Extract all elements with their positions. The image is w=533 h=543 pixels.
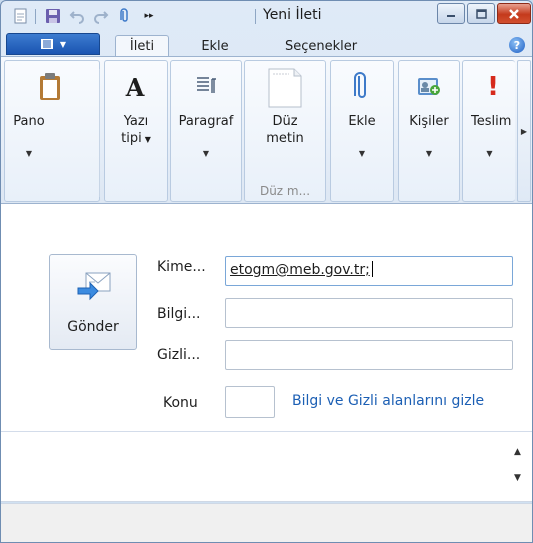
maximize-button[interactable]	[467, 3, 495, 24]
paragraph-button[interactable]: Paragraf ▼	[171, 61, 241, 183]
subject-label: Konu	[163, 395, 198, 411]
chevron-down-icon: ▼	[425, 149, 433, 158]
paragraph-icon	[190, 69, 222, 105]
cc-field[interactable]	[225, 298, 513, 328]
bcc-label-button[interactable]: Gizli...	[157, 347, 200, 363]
send-mail-icon	[76, 270, 112, 302]
chevron-down-icon: ▼	[25, 149, 33, 158]
contacts-icon	[413, 69, 445, 105]
send-label: Gönder	[67, 319, 119, 335]
group-attach: Ekle ▼	[330, 60, 394, 202]
undo-icon[interactable]	[69, 8, 85, 24]
to-label-button[interactable]: Kime...	[157, 259, 206, 275]
tab-ekle[interactable]: Ekle	[193, 35, 237, 57]
paperclip-icon	[346, 69, 378, 105]
paragraph-label: Paragraf	[178, 114, 234, 129]
contacts-button[interactable]: Kişiler ▼	[399, 61, 459, 183]
tab-ileti[interactable]: İleti	[115, 35, 169, 57]
delivery-label: Teslim	[471, 114, 512, 129]
plain-text-button[interactable]: Düz metin	[245, 61, 325, 183]
to-field[interactable]: etogm@meb.gov.tr;	[225, 256, 513, 286]
save-icon[interactable]	[45, 8, 61, 24]
status-bar	[1, 503, 532, 542]
window-title: Yeni İleti	[263, 7, 322, 23]
plain-text-icon	[265, 67, 305, 109]
chevron-down-icon: ▼	[486, 149, 493, 158]
clipboard-label: Pano	[13, 114, 45, 129]
send-button[interactable]: Gönder	[49, 254, 137, 350]
plain-text-label: Düz metin	[266, 114, 304, 146]
group-plain-text: Düz metin Düz m...	[244, 60, 326, 202]
chevron-down-icon: ▼	[144, 135, 151, 144]
title-bar: ▸▸ Yeni İleti	[1, 1, 532, 31]
exclamation-icon: !	[487, 72, 499, 102]
group-people: Kişiler ▼	[398, 60, 460, 202]
maximize-icon	[475, 8, 487, 19]
close-icon	[509, 8, 519, 19]
ribbon: Pano ▼ A Yazı tipi ▼ Paragraf ▼ Düz meti…	[1, 56, 532, 204]
font-label: Yazı tipi ▼	[105, 113, 167, 148]
chevron-down-icon: ▼	[202, 149, 210, 158]
font-button[interactable]: A Yazı tipi ▼	[105, 61, 167, 183]
app-document-icon[interactable]	[13, 8, 29, 24]
font-icon: A	[125, 72, 145, 102]
cc-label-button[interactable]: Bilgi...	[157, 306, 201, 322]
contacts-label: Kişiler	[409, 114, 449, 129]
recipient-chip[interactable]: etogm@meb.gov.tr;	[230, 262, 370, 278]
scroll-down-icon[interactable]: ▼	[514, 473, 521, 483]
file-menu-button[interactable]: ▼	[6, 33, 100, 55]
message-body[interactable]	[1, 432, 532, 502]
plain-text-group-label: Düz m...	[259, 184, 311, 198]
attach-button[interactable]: Ekle ▼	[331, 61, 393, 183]
clipboard-button[interactable]: Pano ▼	[5, 61, 99, 183]
clipboard-icon	[34, 69, 66, 105]
qat-overflow-icon[interactable]: ▸▸	[141, 8, 157, 24]
subject-field[interactable]	[225, 386, 275, 418]
menu-icon	[40, 39, 53, 49]
redo-icon[interactable]	[93, 8, 109, 24]
group-font: A Yazı tipi ▼	[104, 60, 168, 202]
tab-secenekler[interactable]: Seçenekler	[271, 35, 371, 57]
scroll-up-icon[interactable]: ▲	[514, 447, 521, 457]
delivery-button[interactable]: ! Teslim ▼	[463, 61, 516, 183]
chevron-down-icon: ▼	[59, 39, 67, 49]
attach-label: Ekle	[348, 114, 376, 129]
group-delivery: ! Teslim ▼	[462, 60, 515, 202]
group-clipboard: Pano ▼	[4, 60, 100, 202]
minimize-icon	[447, 14, 455, 17]
close-button[interactable]	[497, 3, 531, 24]
ribbon-scroll-right-button[interactable]: ▶	[517, 60, 531, 202]
ribbon-tab-row: ▼ İleti Ekle Seçenekler ?	[1, 31, 532, 57]
bcc-field[interactable]	[225, 340, 513, 370]
hide-cc-bcc-link[interactable]: Bilgi ve Gizli alanlarını gizle	[292, 393, 484, 409]
body-scrollbar[interactable]: ▲ ▼	[508, 437, 532, 501]
text-caret	[371, 261, 373, 277]
minimize-button[interactable]	[437, 3, 465, 24]
chevron-down-icon: ▼	[358, 149, 366, 158]
help-icon[interactable]: ?	[509, 37, 525, 53]
paperclip-icon[interactable]	[117, 8, 133, 24]
group-paragraph: Paragraf ▼	[170, 60, 242, 202]
compose-window: ▸▸ Yeni İleti ▼ İleti Ekle Seçenekler ?	[0, 0, 533, 543]
